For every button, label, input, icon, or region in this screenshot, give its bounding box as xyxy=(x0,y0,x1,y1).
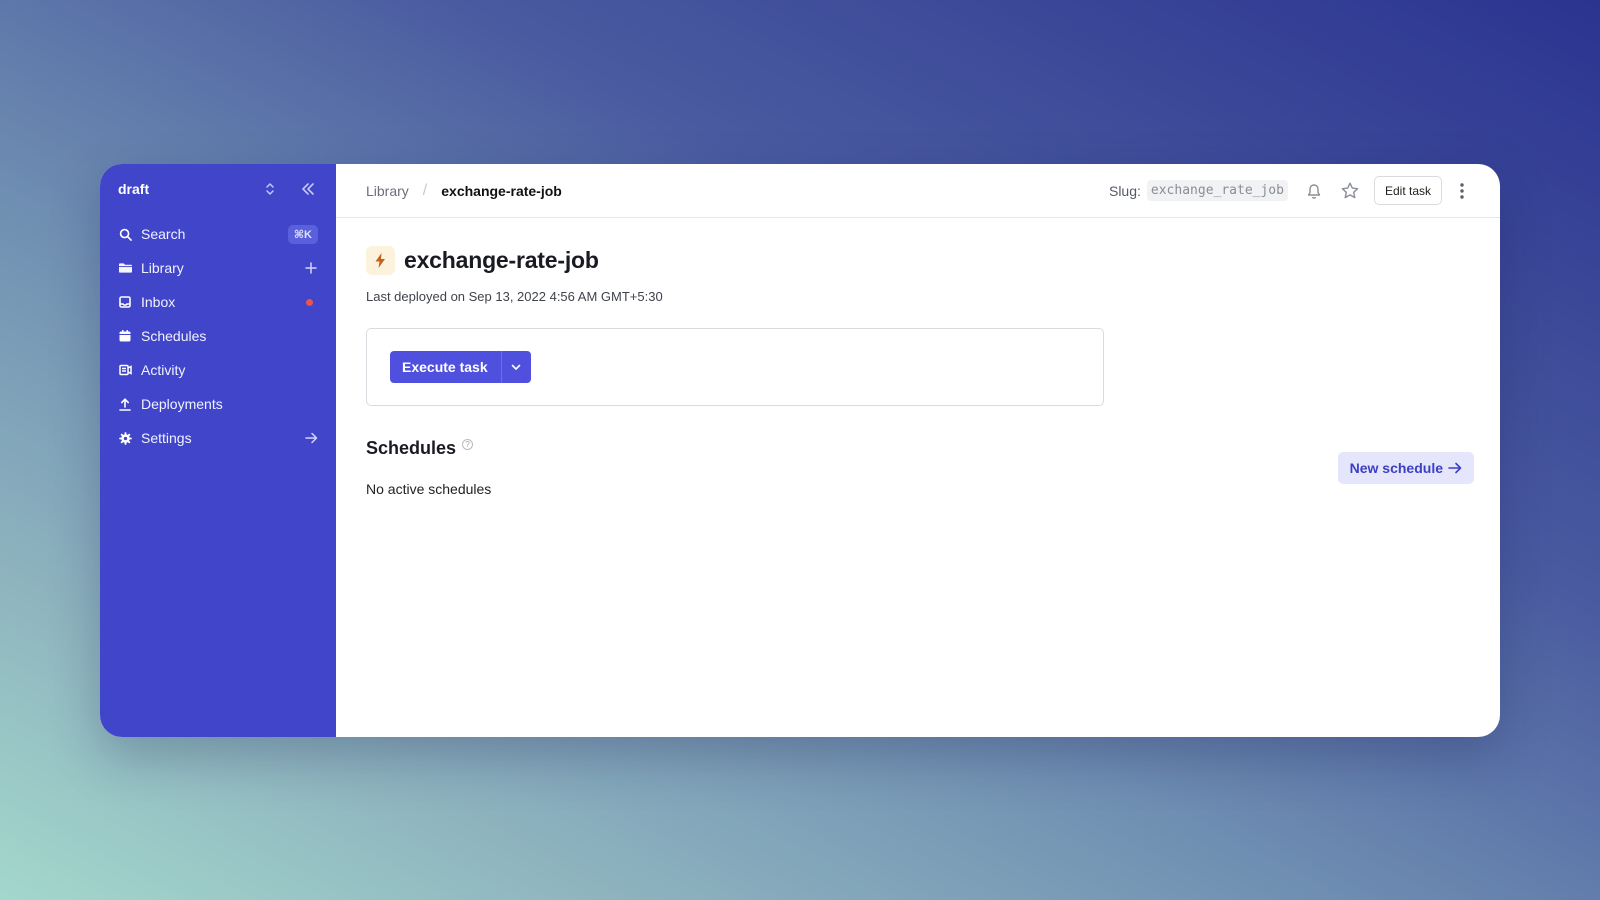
task-title-row: exchange-rate-job xyxy=(366,246,1470,275)
breadcrumb-library-link[interactable]: Library xyxy=(366,183,409,199)
new-schedule-button[interactable]: New schedule xyxy=(1337,452,1474,484)
workspace-switcher-icon[interactable] xyxy=(260,179,280,199)
sidebar-header: draft xyxy=(118,164,318,214)
inbox-unread-dot xyxy=(306,298,313,306)
bell-icon[interactable] xyxy=(1304,181,1324,201)
arrow-right-icon[interactable] xyxy=(304,432,318,444)
main-panel: Library / exchange-rate-job Slug: exchan… xyxy=(336,164,1500,737)
sidebar-item-label: Search xyxy=(141,226,186,242)
sidebar-item-search[interactable]: Search ⌘K xyxy=(118,217,318,251)
execute-task-button-group: Execute task xyxy=(390,351,531,383)
sidebar-item-schedules[interactable]: Schedules xyxy=(118,319,318,353)
sidebar-item-deployments[interactable]: Deployments xyxy=(118,387,318,421)
breadcrumb: Library / exchange-rate-job xyxy=(366,182,562,200)
sidebar-item-library[interactable]: Library xyxy=(118,251,318,285)
sidebar-item-label: Schedules xyxy=(141,328,207,344)
sidebar-item-activity[interactable]: Activity xyxy=(118,353,318,387)
execute-task-button[interactable]: Execute task xyxy=(390,359,501,375)
top-bar: Library / exchange-rate-job Slug: exchan… xyxy=(336,164,1500,218)
add-library-button[interactable] xyxy=(304,262,318,274)
inbox-icon xyxy=(118,295,132,309)
page-title: exchange-rate-job xyxy=(404,247,599,273)
sidebar: draft Search ⌘K Library Inbox Schedules … xyxy=(100,164,336,737)
folder-icon xyxy=(118,261,132,275)
sidebar-item-label: Inbox xyxy=(141,294,176,310)
activity-icon xyxy=(118,363,132,377)
more-options-icon[interactable] xyxy=(1454,181,1470,201)
workspace-name: draft xyxy=(118,181,150,197)
slug-label: Slug: xyxy=(1108,182,1141,199)
lightning-icon xyxy=(366,246,395,275)
task-content: exchange-rate-job Last deployed on Sep 1… xyxy=(336,218,1500,737)
execute-panel: Execute task xyxy=(366,328,1104,406)
edit-task-button[interactable]: Edit task xyxy=(1373,176,1442,205)
calendar-icon xyxy=(118,329,132,343)
search-icon xyxy=(118,227,132,241)
star-icon[interactable] xyxy=(1340,181,1360,201)
new-schedule-label: New schedule xyxy=(1349,460,1443,476)
sidebar-item-inbox[interactable]: Inbox xyxy=(118,285,318,319)
sidebar-item-settings[interactable]: Settings xyxy=(118,421,318,455)
breadcrumb-current: exchange-rate-job xyxy=(441,182,562,199)
search-shortcut-badge: ⌘K xyxy=(287,224,318,244)
chevron-down-icon[interactable] xyxy=(500,351,531,383)
gear-icon xyxy=(118,431,132,445)
upload-icon xyxy=(118,397,132,411)
sidebar-item-label: Deployments xyxy=(141,396,223,412)
breadcrumb-separator: / xyxy=(422,181,428,199)
slug-value[interactable]: exchange_rate_job xyxy=(1146,180,1288,201)
arrow-right-icon xyxy=(1448,462,1462,474)
sidebar-item-label: Settings xyxy=(141,430,192,446)
collapse-sidebar-icon[interactable] xyxy=(298,179,318,199)
sidebar-item-label: Library xyxy=(141,260,184,276)
sidebar-nav: Search ⌘K Library Inbox Schedules Activi… xyxy=(118,217,318,455)
schedules-header: Schedules ? xyxy=(366,438,1470,459)
schedules-title: Schedules xyxy=(366,438,457,458)
last-deployed-text: Last deployed on Sep 13, 2022 4:56 AM GM… xyxy=(366,289,663,304)
help-icon[interactable]: ? xyxy=(462,439,474,450)
sidebar-item-label: Activity xyxy=(141,362,186,378)
empty-schedules-text: No active schedules xyxy=(366,481,492,497)
app-window: draft Search ⌘K Library Inbox Schedules … xyxy=(100,164,1500,737)
